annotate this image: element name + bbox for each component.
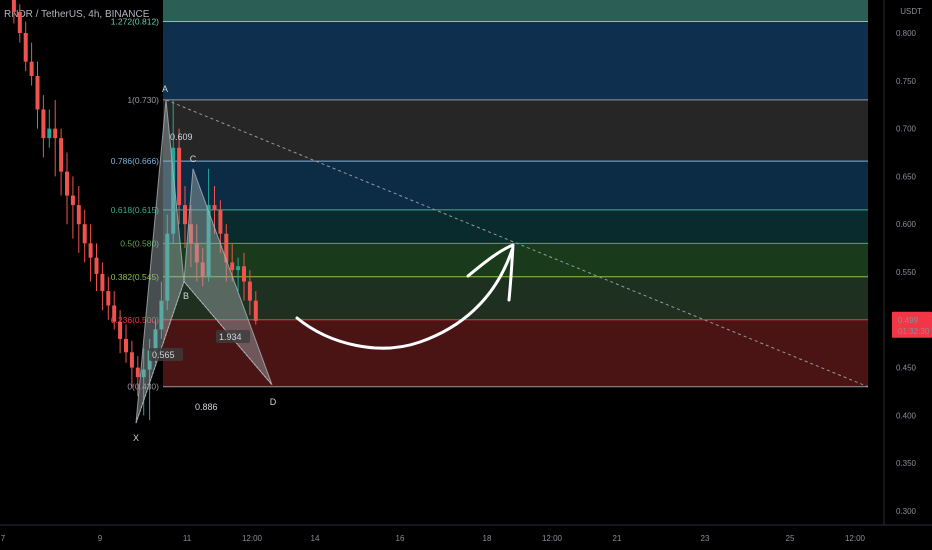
pattern-point-D: D — [270, 397, 277, 407]
candle-body — [65, 171, 69, 196]
price-tick: 0.750 — [896, 77, 917, 86]
time-tick: 16 — [396, 534, 405, 543]
pattern-point-B: B — [183, 291, 189, 301]
candle-body — [236, 266, 241, 271]
candle-body — [29, 61, 34, 77]
candle-body — [230, 262, 235, 271]
time-tick: 23 — [701, 534, 710, 543]
candle-body — [118, 321, 123, 339]
price-tick: 0.400 — [896, 411, 917, 420]
fib-label: 0.618(0.615) — [111, 205, 159, 215]
candle-body — [35, 76, 40, 110]
candle-body — [177, 147, 182, 206]
price-tick: 0.650 — [896, 172, 917, 181]
currency-label: USDT — [900, 7, 922, 16]
fib-label: 0.786(0.666) — [111, 156, 159, 166]
candle-body — [129, 352, 134, 368]
candle-body — [112, 305, 117, 322]
candle-body — [135, 367, 140, 378]
candle-body — [183, 205, 187, 225]
pattern-ratio: 0.609 — [170, 132, 193, 142]
fib-zone — [163, 161, 868, 210]
fib-zone — [163, 209, 868, 244]
time-tick: 18 — [483, 534, 492, 543]
time-tick: 9 — [98, 534, 103, 543]
candle-body — [11, 0, 16, 12]
time-tick: 25 — [786, 534, 795, 543]
candle-body — [247, 281, 252, 301]
pattern-point-A: A — [162, 84, 168, 94]
time-tick: 12:00 — [542, 534, 563, 543]
time-tick: 11 — [183, 534, 192, 543]
fib-label: 1(0.730) — [127, 95, 159, 105]
pattern-ratio: 0.565 — [152, 350, 175, 360]
pattern-point-C: C — [190, 154, 197, 164]
price-tick: 0.300 — [896, 507, 917, 516]
candle-body — [17, 11, 22, 33]
time-tick: 12:00 — [845, 534, 866, 543]
price-tick: 0.800 — [896, 29, 917, 38]
candle-body — [212, 205, 217, 210]
price-tick: 0.700 — [896, 125, 917, 134]
candle-body — [253, 300, 258, 321]
pattern-ratio: 0.886 — [195, 402, 218, 412]
candle-body — [59, 138, 64, 172]
fib-zone — [163, 99, 868, 162]
fib-zones — [163, 0, 868, 387]
candle-body — [41, 109, 46, 139]
price-tick: 0.600 — [896, 220, 917, 229]
time-tick: 12:00 — [242, 534, 263, 543]
fib-zone — [163, 0, 868, 22]
candle-body — [100, 273, 105, 292]
fib-label: 1.272(0.812) — [111, 17, 159, 27]
countdown: 01:32:30 — [898, 327, 930, 336]
pattern-point-X: X — [133, 433, 139, 443]
fib-zone — [163, 243, 868, 277]
time-tick: 7 — [1, 534, 6, 543]
chart-canvas[interactable]: 1.272(0.812) 1(0.730) 0.786(0.666) 0.618(0.… — [0, 0, 932, 550]
candle-body — [88, 243, 93, 258]
candle-body — [218, 209, 223, 234]
candle-body — [23, 33, 28, 62]
candle-body — [242, 266, 246, 282]
fib-zone — [163, 21, 868, 100]
time-tick: 21 — [613, 534, 622, 543]
current-price: 0.499 — [898, 316, 919, 325]
price-tick: 0.450 — [896, 364, 917, 373]
candle-body — [47, 128, 52, 139]
price-tick: 0.550 — [896, 268, 917, 277]
candle-body — [76, 205, 81, 225]
pattern-ratio: 1.934 — [219, 332, 242, 342]
price-tick: 0.350 — [896, 459, 917, 468]
candle-body — [124, 338, 128, 353]
time-tick: 14 — [311, 534, 320, 543]
candle-body — [70, 195, 75, 206]
candle-body — [53, 128, 58, 139]
candle-body — [82, 224, 87, 244]
fib-zone — [163, 276, 868, 320]
candle-body — [106, 291, 111, 306]
candle-body — [94, 257, 99, 274]
